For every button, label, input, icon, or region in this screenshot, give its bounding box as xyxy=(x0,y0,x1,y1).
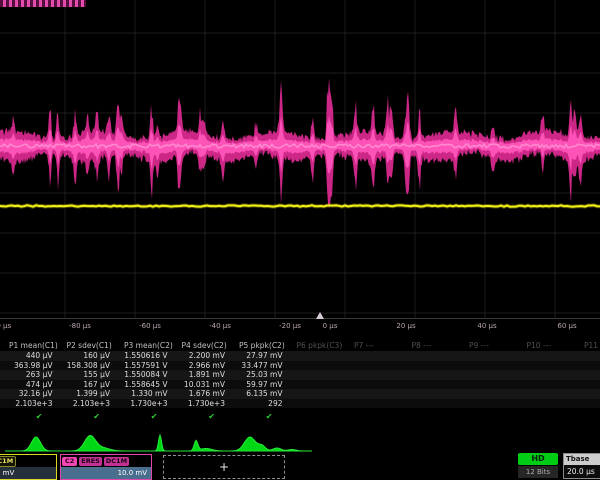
measure-histicon-strip xyxy=(0,430,600,454)
measurement-header-P1[interactable]: P1 mean(C1) xyxy=(0,340,58,351)
bit-depth-label: 12 Bits xyxy=(518,466,558,478)
measurement-value: 1.676 mV xyxy=(173,389,231,399)
measurement-row: 363.98 µV158.308 µV1.557591 V2.966 mV33.… xyxy=(0,361,600,371)
measurement-header-P9[interactable]: P9 --- xyxy=(460,340,518,351)
measurement-value: 2.103e+3 xyxy=(58,399,116,409)
clipped-trace-label xyxy=(0,0,86,7)
measurement-value: 1.550616 V xyxy=(115,351,173,361)
time-axis-label: -60 µs xyxy=(139,322,161,330)
measurement-header-P2[interactable]: P2 sdev(C1) xyxy=(58,340,116,351)
measurement-header-P11[interactable]: P11 xyxy=(575,340,600,351)
time-axis-label: -20 µs xyxy=(279,322,301,330)
status-check-icon: ✔ xyxy=(173,411,231,423)
time-axis-label: 40 µs xyxy=(477,322,496,330)
measurement-value: 59.97 mV xyxy=(230,380,288,390)
measurement-value: 1.730e+3 xyxy=(115,399,173,409)
c2-coupling-tag: DC1M xyxy=(104,457,129,466)
plus-icon: + xyxy=(219,460,229,474)
measurement-value: 167 µV xyxy=(58,380,116,390)
measurement-row: 32.16 µV1.399 µV1.330 mV1.676 mV6.135 mV xyxy=(0,389,600,399)
measurement-value: 155 µV xyxy=(58,370,116,380)
measurement-value: 1.891 mV xyxy=(173,370,231,380)
measurement-row: 2.103e+32.103e+31.730e+31.730e+3292 xyxy=(0,399,600,409)
time-axis-label: 20 µs xyxy=(396,322,415,330)
time-axis-label: -40 µs xyxy=(209,322,231,330)
measurement-header-P10[interactable]: P10 --- xyxy=(518,340,576,351)
measurement-value: 263 µV xyxy=(0,370,58,380)
measurement-value: 2.966 mV xyxy=(173,361,231,371)
measurement-value: 1.730e+3 xyxy=(173,399,231,409)
c2-badge: C2 xyxy=(62,457,77,466)
timebase-descriptor[interactable]: Tbase 20.0 µs xyxy=(563,453,600,479)
c1-coupling-tag: DC1M xyxy=(0,456,16,467)
measurement-header-P3[interactable]: P3 mean(C2) xyxy=(115,340,173,351)
c2-eres-tag: ERES xyxy=(79,457,102,466)
status-check-icon: ✔ xyxy=(230,411,288,423)
acquisition-mode[interactable]: HD 12 Bits xyxy=(518,453,558,478)
add-trace-button[interactable]: + xyxy=(163,455,285,479)
measurement-row: 440 µV160 µV1.550616 V2.200 mV27.97 mV xyxy=(0,351,600,361)
c2-scale-value: 10.0 mV xyxy=(61,467,151,479)
channel-c2-descriptor[interactable]: C2 ERES DC1M 10.0 mV xyxy=(60,454,152,480)
measurement-value: 32.16 µV xyxy=(0,389,58,399)
timebase-value: 20.0 µs xyxy=(564,465,600,478)
c1-scale-value: 0 mV xyxy=(0,467,56,479)
descriptor-bar: DC1M 0 mV C2 ERES DC1M 10.0 mV + HD 12 B… xyxy=(0,452,600,480)
measurement-value: 33.477 mV xyxy=(230,361,288,371)
oscilloscope-screen: -100 µs -80 µs -60 µs -40 µs -20 µs 0 µs 20 µs… xyxy=(0,0,600,480)
measurement-value: 363.98 µV xyxy=(0,361,58,371)
channel-c1-descriptor[interactable]: DC1M 0 mV xyxy=(0,454,57,480)
measurement-value: 158.308 µV xyxy=(58,361,116,371)
trigger-position-marker[interactable] xyxy=(316,312,324,319)
timebase-label: Tbase xyxy=(564,454,600,465)
measurement-header-P8[interactable]: P8 --- xyxy=(403,340,461,351)
status-check-icon: ✔ xyxy=(0,411,58,423)
measurement-header-P5[interactable]: P5 pkpk(C2) xyxy=(230,340,288,351)
measurement-value: 2.103e+3 xyxy=(0,399,58,409)
time-axis-label: -80 µs xyxy=(69,322,91,330)
measurement-value: 474 µV xyxy=(0,380,58,390)
time-axis: -100 µs -80 µs -60 µs -40 µs -20 µs 0 µs 20 µs… xyxy=(0,318,600,337)
measurement-value: 25.03 mV xyxy=(230,370,288,380)
measurement-value: 2.200 mV xyxy=(173,351,231,361)
measurement-header-P7[interactable]: P7 --- xyxy=(345,340,403,351)
measurement-value: 10.031 mV xyxy=(173,380,231,390)
histicon-canvas xyxy=(0,430,600,454)
time-axis-label: 60 µs xyxy=(557,322,576,330)
status-check-icon: ✔ xyxy=(115,411,173,423)
measurement-header-P6[interactable]: P6 pkpk(C3) xyxy=(288,340,346,351)
measurement-value: 1.550084 V xyxy=(115,370,173,380)
measurement-value: 6.135 mV xyxy=(230,389,288,399)
measurement-value: 1.558645 V xyxy=(115,380,173,390)
measurement-row: 263 µV155 µV1.550084 V1.891 mV25.03 mV xyxy=(0,370,600,380)
waveform-canvas xyxy=(0,0,600,318)
time-axis-label: 0 µs xyxy=(323,322,338,330)
waveform-display[interactable] xyxy=(0,0,600,318)
measurement-row: 474 µV167 µV1.558645 V10.031 mV59.97 mV xyxy=(0,380,600,390)
time-axis-label: -100 µs xyxy=(0,322,11,330)
measurement-header-P4[interactable]: P4 sdev(C2) xyxy=(173,340,231,351)
measurement-value: 1.399 µV xyxy=(58,389,116,399)
hd-badge: HD xyxy=(518,453,558,465)
measurement-value: 1.557591 V xyxy=(115,361,173,371)
measurement-value: 27.97 mV xyxy=(230,351,288,361)
measurement-table: P1 mean(C1)P2 sdev(C1)P3 mean(C2)P4 sdev… xyxy=(0,340,600,423)
measurement-value: 440 µV xyxy=(0,351,58,361)
status-check-icon: ✔ xyxy=(58,411,116,423)
measurement-value: 1.330 mV xyxy=(115,389,173,399)
measurement-value: 292 xyxy=(230,399,288,409)
measurement-value: 160 µV xyxy=(58,351,116,361)
